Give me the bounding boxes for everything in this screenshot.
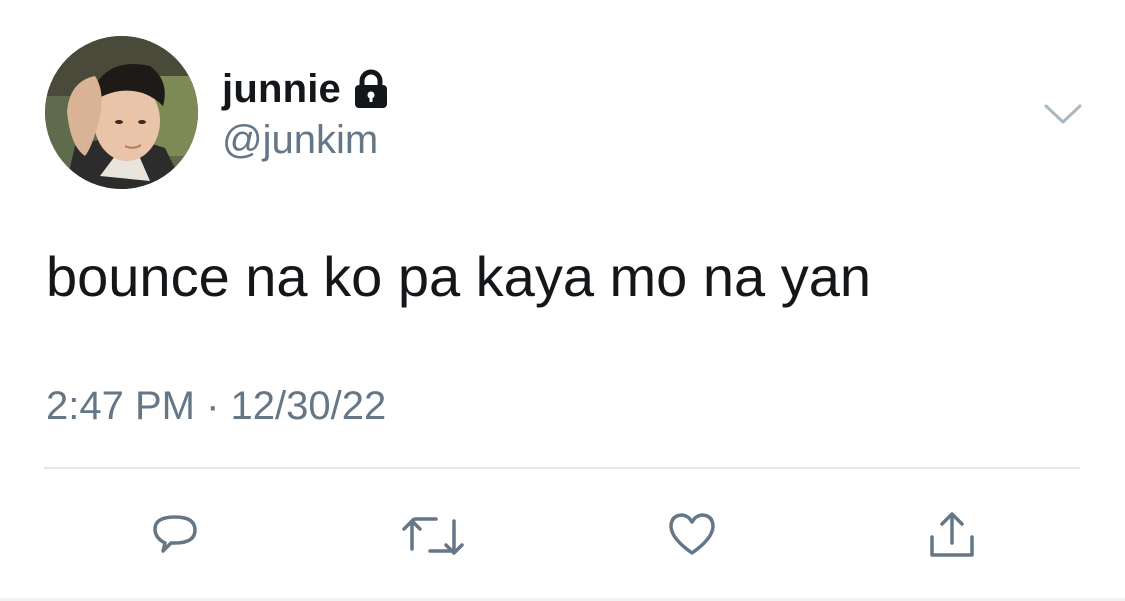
action-bar bbox=[0, 500, 1125, 570]
heart-icon bbox=[669, 513, 715, 555]
chevron-down-icon[interactable] bbox=[1042, 98, 1084, 128]
speech-bubble-icon bbox=[153, 515, 197, 553]
share-button[interactable] bbox=[917, 500, 987, 570]
avatar-photo bbox=[45, 36, 198, 189]
user-handle[interactable]: @junkim bbox=[222, 118, 378, 163]
lock-icon bbox=[351, 68, 391, 110]
like-button[interactable] bbox=[657, 500, 727, 570]
tweet-card: junnie @junkim bounce na ko pa kaya mo n… bbox=[0, 0, 1125, 601]
tweet-text: bounce na ko pa kaya mo na yan bbox=[46, 245, 872, 308]
divider bbox=[44, 467, 1080, 469]
tweet-timestamp[interactable]: 2:47 PM · 12/30/22 bbox=[46, 384, 386, 429]
reply-button[interactable] bbox=[140, 500, 210, 570]
share-upload-icon bbox=[930, 512, 974, 557]
display-name[interactable]: junnie bbox=[222, 67, 341, 112]
retweet-button[interactable] bbox=[398, 500, 468, 570]
avatar[interactable] bbox=[45, 36, 198, 189]
retweet-arrows-icon bbox=[402, 517, 464, 555]
display-name-row: junnie bbox=[222, 64, 391, 114]
